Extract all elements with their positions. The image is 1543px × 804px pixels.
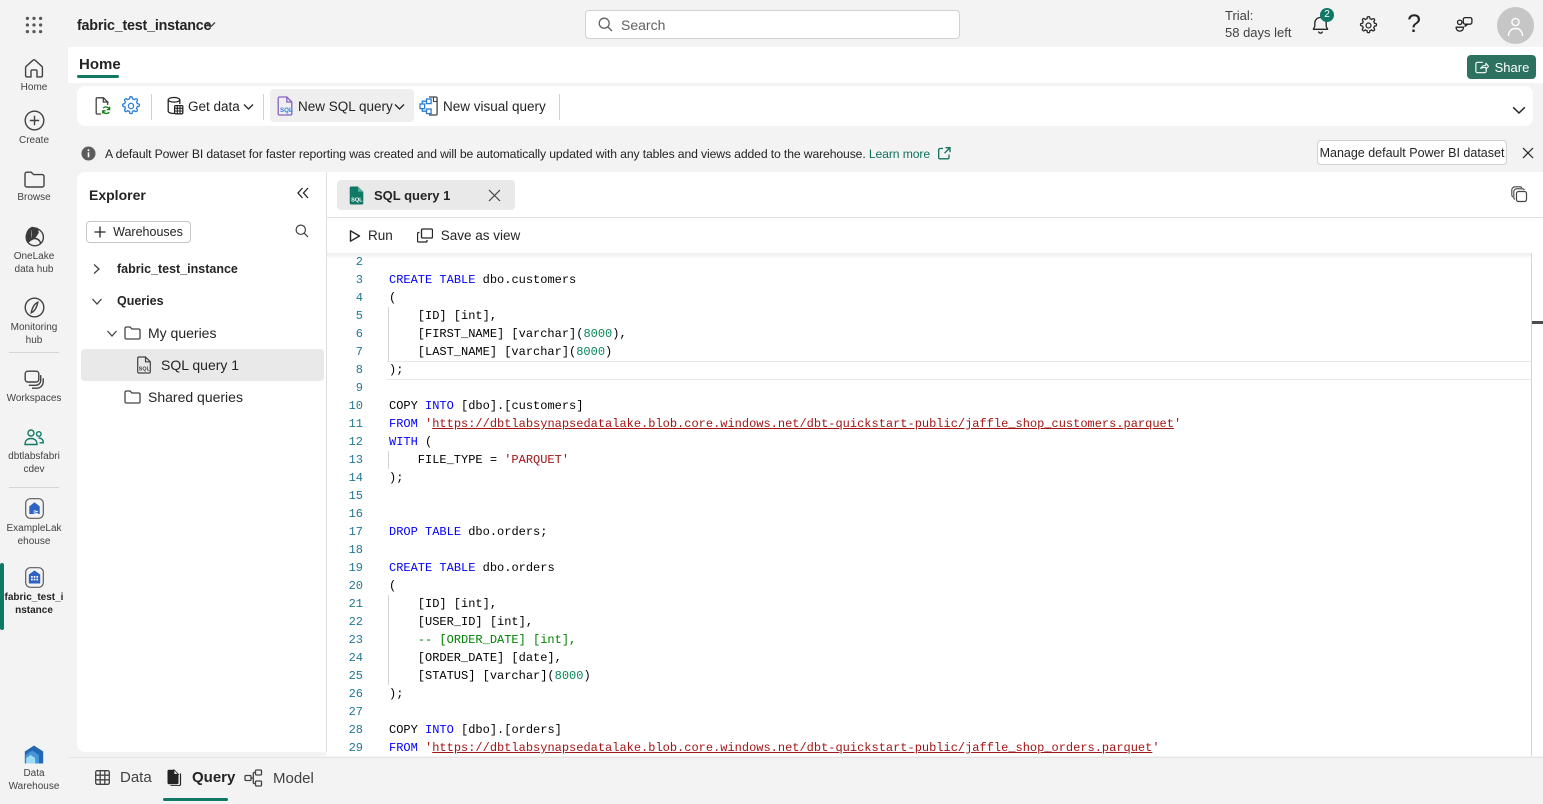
- svg-text:SQL: SQL: [139, 367, 151, 373]
- svg-text:SQL: SQL: [351, 197, 363, 203]
- svg-text:SQL: SQL: [280, 107, 293, 114]
